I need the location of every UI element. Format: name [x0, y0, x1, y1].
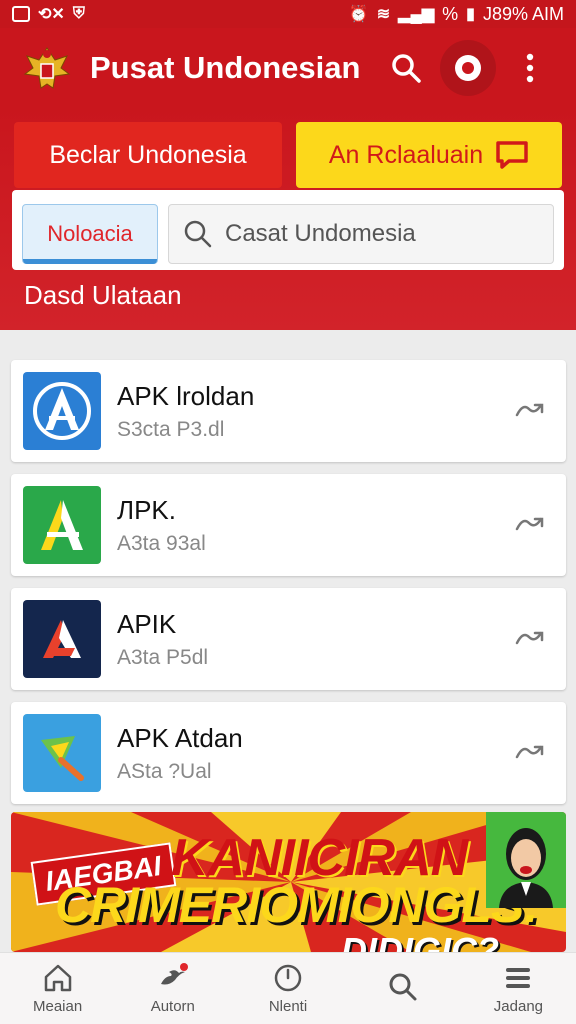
colorful-a-icon: [23, 714, 101, 792]
filter-chip[interactable]: Noloacia: [22, 204, 158, 264]
search-button[interactable]: [378, 40, 434, 96]
status-bar: ⟲✕ ⛨ ⏰ ≋ ▂▄▆ % ▮ J89% AIM: [0, 0, 576, 28]
chat-icon: [496, 141, 528, 169]
search-icon: [392, 54, 421, 83]
nav-item-jadang[interactable]: Jadang: [461, 953, 576, 1024]
nav-item-home[interactable]: Meaian: [0, 953, 115, 1024]
bottom-navigation: Meaian Autorn Nlenti Jadang: [0, 952, 576, 1024]
app-header: Pusat Undonesian: [0, 28, 576, 108]
tab-beclar-undonesia[interactable]: Beclar Undonesia: [14, 122, 282, 188]
nav-label: Meaian: [33, 998, 83, 1015]
search-input[interactable]: Casat Undomesia: [168, 204, 554, 264]
search-placeholder: Casat Undomesia: [225, 220, 416, 247]
nav-item-nlenti[interactable]: Nlenti: [230, 953, 345, 1024]
list-item[interactable]: APIK A3ta P5dl: [11, 588, 566, 690]
app-name: ЛPK.: [117, 494, 176, 525]
emblem-logo: [18, 39, 76, 97]
hero-panel: Beclar Undonesia An Rclaaluain Noloacia …: [0, 108, 576, 330]
alarm-icon: ⏰: [348, 6, 369, 23]
battery-icon: ▮: [466, 6, 475, 23]
record-icon: [455, 55, 481, 81]
navy-a-icon: [23, 600, 101, 678]
shield-icon: ⛨: [72, 5, 85, 22]
search-icon: [184, 220, 212, 248]
nav-label: Nlenti: [268, 998, 308, 1015]
list-item[interactable]: APK lroldan S3cta P3.dl: [11, 360, 566, 462]
open-arrow-icon[interactable]: [506, 729, 554, 777]
more-options-button[interactable]: [502, 40, 558, 96]
tab-label: Beclar Undonesia: [49, 140, 247, 169]
menu-icon: [506, 968, 531, 988]
app-list: APK lroldan S3cta P3.dl ЛPK. A3ta 93al A…: [11, 360, 566, 816]
green-a-icon: [23, 486, 101, 564]
banner-subheadline: CRIMERIOMIONGLS:: [55, 877, 540, 933]
wifi-icon: ≋: [376, 6, 391, 23]
nav-item-autorn[interactable]: Autorn: [115, 953, 230, 1024]
gallery-icon: [12, 6, 30, 22]
open-arrow-icon[interactable]: [506, 615, 554, 663]
sync-icon: ⟲✕: [38, 6, 65, 23]
home-icon: [44, 964, 71, 992]
app-subtitle: A3ta 93al: [117, 531, 206, 555]
status-time: J89% AIM: [482, 3, 564, 24]
search-card: Noloacia Casat Undomesia: [12, 190, 564, 270]
app-subtitle: S3cta P3.dl: [117, 417, 225, 441]
blue-a-icon: [23, 372, 101, 450]
signal-icon: ▂▄▆: [398, 6, 435, 23]
record-button[interactable]: [440, 40, 496, 96]
promo-banner[interactable]: IAEGBAI KANIICIRAN CRIMERIOMIONGLS: DIDI…: [11, 812, 566, 952]
list-item[interactable]: ЛPK. A3ta 93al: [11, 474, 566, 576]
more-vertical-icon: [526, 53, 534, 83]
open-arrow-icon[interactable]: [506, 387, 554, 435]
person-avatar: [486, 812, 566, 908]
banner-subheadline-2: DIDIGIC?: [341, 930, 499, 952]
nav-label: Jadang: [493, 998, 544, 1015]
app-name: APK lroldan: [117, 380, 255, 411]
app-name: APIK: [117, 608, 177, 639]
app-subtitle: A3ta P5dl: [117, 645, 209, 669]
open-arrow-icon[interactable]: [506, 501, 554, 549]
app-title: Pusat Undonesian: [90, 50, 361, 85]
nav-label: Autorn: [150, 998, 195, 1015]
search-icon: [389, 973, 417, 1000]
chip-label: Noloacia: [47, 221, 133, 246]
tab-label: An Rclaaluain: [328, 140, 484, 169]
nav-item-search[interactable]: [346, 953, 461, 1024]
list-item[interactable]: APK Atdan ASta ?Ual: [11, 702, 566, 804]
tab-an-rclaaluain[interactable]: An Rclaaluain: [296, 122, 562, 188]
app-name: APK Atdan: [117, 722, 243, 753]
app-subtitle: ASta ?Ual: [117, 759, 212, 783]
battery-percent: %: [442, 3, 459, 24]
section-title: Dasd Ulataan: [24, 280, 182, 310]
clock-icon: [274, 964, 302, 992]
